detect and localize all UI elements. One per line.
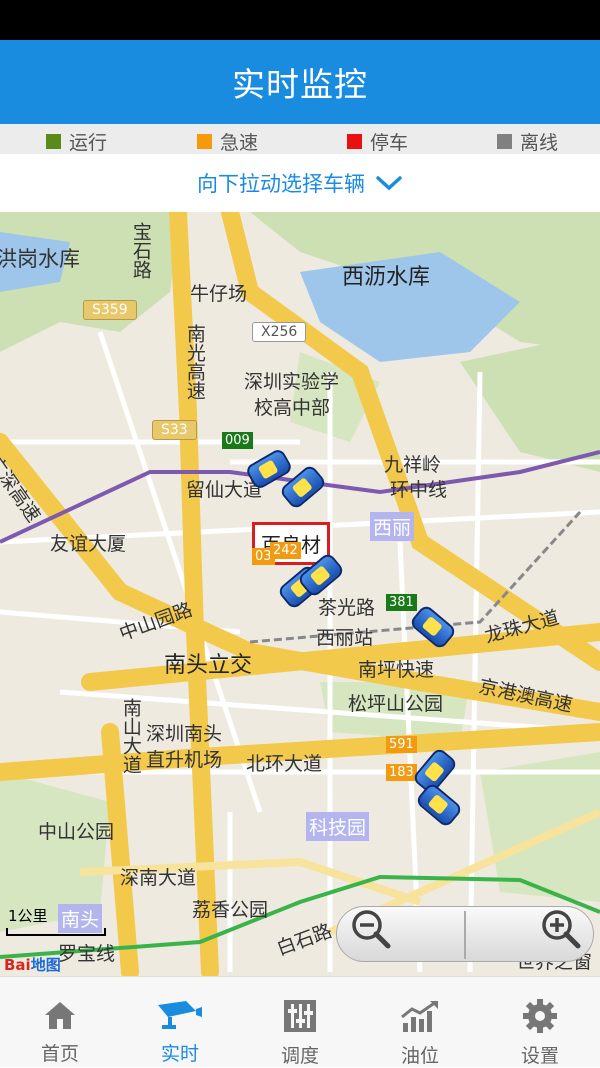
road-shield: S359	[83, 300, 137, 320]
map-label: 西丽站	[316, 627, 374, 649]
legend-offline: 离线	[497, 128, 558, 155]
road-shield: S33	[152, 420, 197, 440]
sliders-icon	[284, 1000, 316, 1032]
tab-label: 调度	[280, 1045, 319, 1067]
map-label: 罗宝线	[58, 943, 116, 965]
vehicle-selector[interactable]: 向下拉动选择车辆	[0, 154, 600, 212]
map-view[interactable]: 洪岗水库 宝石路 牛仔场 西沥水库 S359 X256 S33 南光高速 深圳实…	[0, 212, 600, 976]
district-label: 科技园	[306, 812, 370, 841]
map-label: 北环大道	[246, 753, 323, 775]
map-label: 南光高速	[183, 324, 206, 400]
legend-label: 停车	[370, 132, 409, 154]
map-label: 荔香公园	[192, 899, 269, 921]
tab-label: 油位	[400, 1045, 439, 1067]
tab-settings[interactable]: 设置	[480, 977, 600, 1068]
gear-icon	[523, 999, 557, 1033]
home-icon	[45, 1002, 75, 1029]
tab-label: 首页	[40, 1043, 79, 1065]
map-label: 南山大道	[119, 698, 142, 774]
zoom-divider	[464, 911, 466, 959]
running-swatch-icon	[46, 134, 61, 149]
bottom-tab-bar: 首页 实时 调度 油位 设置	[0, 976, 600, 1067]
map-label: 中山公园	[38, 821, 115, 843]
zoom-in-icon[interactable]	[539, 907, 581, 949]
map-label: 友谊大厦	[50, 533, 127, 555]
legend-label: 急速	[220, 132, 259, 154]
tab-label: 设置	[520, 1045, 559, 1067]
tab-fuel[interactable]: 油位	[360, 977, 480, 1068]
tab-home[interactable]: 首页	[0, 977, 120, 1068]
map-label: 松坪山公园	[348, 693, 444, 715]
tab-label: 实时	[160, 1043, 199, 1065]
parked-swatch-icon	[347, 134, 362, 149]
map-label: 深圳实验学	[244, 371, 340, 393]
tab-realtime[interactable]: 实时	[120, 977, 240, 1068]
provider-suffix: 地图	[30, 956, 61, 974]
map-label: 茶光路	[318, 597, 376, 619]
status-legend: 运行 急速 停车 离线	[0, 124, 600, 154]
vehicle-selector-label: 向下拉动选择车辆	[197, 172, 365, 196]
offline-swatch-icon	[497, 134, 512, 149]
zoom-out-icon[interactable]	[349, 907, 391, 949]
map-label: 牛仔场	[190, 283, 248, 305]
vehicle-tag: 591	[386, 736, 417, 753]
legend-label: 离线	[520, 132, 559, 154]
vehicle-tag: 381	[386, 594, 417, 611]
provider-name: Bai	[4, 956, 31, 974]
legend-speeding: 急速	[197, 128, 258, 155]
map-label: 校高中部	[254, 397, 331, 419]
map-label: 洪岗水库	[0, 247, 80, 271]
zoom-controls	[336, 906, 594, 962]
district-label: 西丽	[370, 512, 415, 541]
map-label: 西沥水库	[342, 265, 431, 290]
map-provider-logo: Bai地图	[4, 954, 61, 975]
map-label: 南头立交	[164, 653, 253, 678]
chart-icon	[401, 1000, 438, 1032]
map-label: 直升机场	[146, 749, 223, 771]
page-title: 实时监控	[0, 40, 600, 124]
map-label: 南坪快速	[358, 659, 435, 681]
map-label: 宝石路	[129, 222, 152, 279]
tab-dispatch[interactable]: 调度	[240, 977, 360, 1068]
map-label: 留仙大道	[186, 479, 263, 501]
map-label: 深圳南头	[146, 723, 223, 745]
vehicle-tag: 009	[222, 432, 253, 449]
scale-bar	[6, 928, 106, 936]
speeding-swatch-icon	[197, 134, 212, 149]
camera-icon	[158, 1001, 202, 1029]
legend-parked: 停车	[347, 128, 408, 155]
status-bar	[0, 0, 600, 40]
map-label: 九祥岭	[384, 454, 442, 476]
map-label: 深南大道	[120, 867, 197, 889]
road-shield: X256	[252, 322, 307, 342]
vehicle-tag: 183	[386, 764, 417, 781]
legend-label: 运行	[69, 132, 108, 154]
vehicle-tag: 242	[270, 542, 301, 559]
map-label: 环中线	[390, 479, 448, 501]
scale-label: 1公里	[8, 907, 48, 925]
chevron-down-icon	[376, 176, 402, 191]
legend-running: 运行	[46, 128, 107, 155]
